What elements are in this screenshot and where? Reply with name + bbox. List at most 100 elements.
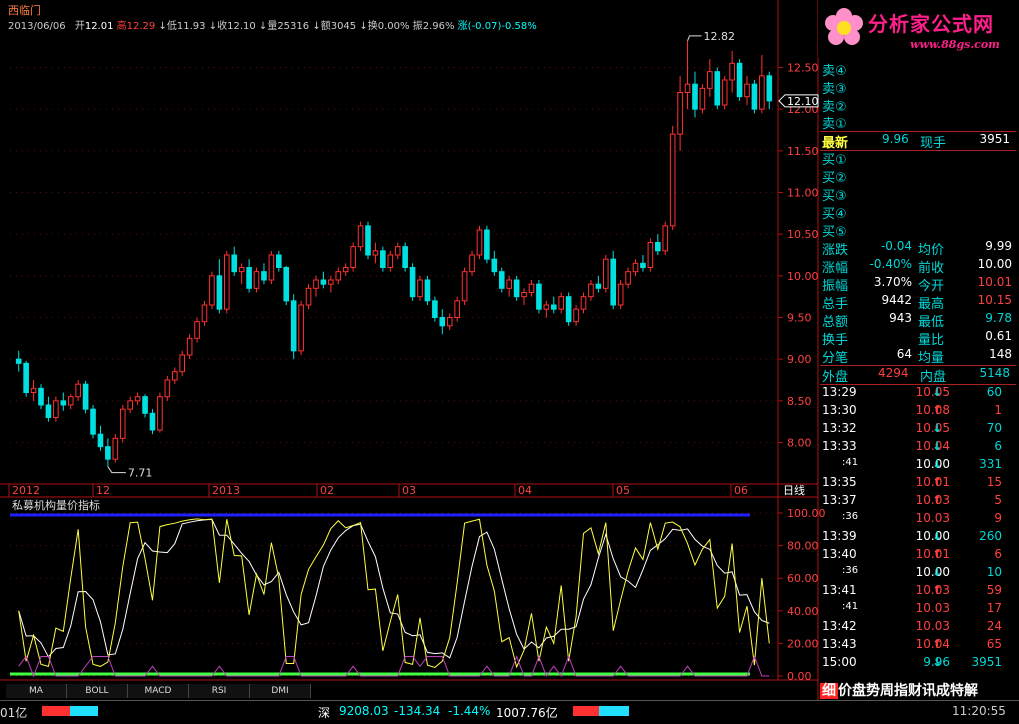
y-tick-label: 9.50: [787, 312, 812, 325]
tick-direction-icon: ↓: [932, 421, 943, 435]
candle: [201, 300, 208, 326]
stat-value-2: 10.15: [977, 293, 1012, 307]
candle: [149, 409, 156, 435]
candle-body: [736, 62, 743, 98]
volume-value: 25316: [277, 21, 310, 32]
tick-price: 10.03: [915, 619, 950, 633]
tick-row[interactable]: 15:00 9.96 ↓ 3951: [820, 655, 1016, 673]
tick-direction-icon: ↓: [932, 565, 943, 579]
tab-rsi[interactable]: RSI: [189, 684, 250, 698]
tab-dmi[interactable]: DMI: [250, 684, 311, 698]
tick-volume: 24: [986, 619, 1002, 633]
tick-row[interactable]: 13:41 10.03 ↑ 59: [820, 583, 1016, 601]
tick-volume: 60: [986, 385, 1002, 399]
stat-row: 换手 量比 0.61: [820, 329, 1016, 348]
stat-row: 振幅 3.70% 今开 10.01: [820, 275, 1016, 294]
amplitude-value: 2.96%: [422, 21, 455, 32]
candle-body: [446, 317, 453, 327]
candle-body: [617, 283, 624, 306]
candle: [647, 238, 654, 272]
tick-price: 10.03: [915, 511, 950, 525]
candle-body: [186, 337, 193, 356]
candle-body: [662, 225, 669, 252]
candle: [536, 280, 542, 314]
tick-time: :36: [842, 565, 859, 576]
detail-tabs[interactable]: 细价盘势周指财讯成特解: [820, 680, 1019, 700]
stat-row: 总手 9442 最高 10.15: [820, 293, 1016, 312]
candle: [209, 271, 215, 310]
candle: [194, 317, 200, 343]
candle-body: [38, 387, 44, 406]
candle: [253, 267, 260, 293]
stat-value: 9442: [881, 293, 912, 307]
candle-body: [268, 254, 275, 281]
candle-body: [461, 271, 468, 302]
tab-boll[interactable]: BOLL: [67, 684, 128, 698]
tick-row[interactable]: 13:30 10.08 ↑ 1: [820, 403, 1016, 421]
candle: [662, 221, 669, 255]
tab-ma[interactable]: MA: [6, 684, 67, 698]
candle: [498, 267, 505, 293]
tick-price: 10.03: [915, 601, 950, 615]
tick-time: 13:35: [822, 475, 857, 489]
candle: [350, 242, 356, 272]
tick-time: :36: [842, 511, 859, 522]
ind-y-tick-label: 40.00: [787, 605, 819, 618]
tick-volume: 59: [986, 583, 1002, 597]
stat-value: -0.04: [880, 239, 912, 253]
tick-volume: 17: [986, 601, 1002, 615]
stat-row: 分笔 64 均量 148: [820, 347, 1016, 366]
candle: [751, 80, 758, 114]
candle: [305, 284, 312, 310]
tick-row[interactable]: 13:40 10.01 ↑ 6: [820, 547, 1016, 565]
x-tick-label: 12: [96, 484, 110, 497]
tick-row[interactable]: :36 10.03 9: [820, 511, 1016, 529]
tick-row[interactable]: :36 10.00 ↓ 10: [820, 565, 1016, 583]
candle: [283, 265, 290, 305]
tab-macd[interactable]: MACD: [128, 684, 189, 698]
tick-row[interactable]: :41 10.00 ↓ 331: [820, 457, 1016, 475]
tick-volume: 15: [986, 475, 1002, 489]
candle-body: [417, 279, 423, 298]
candle: [268, 250, 275, 285]
tick-time: 13:39: [822, 529, 857, 543]
tick-row[interactable]: 13:43 10.04 ↑ 65: [820, 637, 1016, 655]
candle-body: [298, 304, 304, 352]
candle-body: [536, 283, 542, 310]
tick-time: 15:00: [822, 655, 857, 669]
tick-time: 13:41: [822, 583, 857, 597]
stat-value: -0.40%: [869, 257, 912, 271]
market-label: 深: [318, 706, 331, 720]
tick-row[interactable]: 13:42 10.03 24: [820, 619, 1016, 637]
candle-body: [142, 396, 148, 414]
tick-row[interactable]: 13:37 10.03 ↑ 5: [820, 493, 1016, 511]
candle-body: [201, 304, 208, 323]
candle-body: [283, 267, 290, 302]
min-annotation: 7.71: [128, 467, 152, 480]
banner-url[interactable]: www.88gs.com: [910, 38, 1000, 51]
tick-direction-icon: ↑: [932, 547, 943, 561]
stat-value-2: 148: [989, 347, 1012, 361]
y-tick-label: 8.50: [787, 395, 812, 408]
candle: [23, 360, 29, 397]
tick-row[interactable]: 13:32 10.05 ↓ 70: [820, 421, 1016, 439]
index-change: -134.34: [394, 704, 441, 718]
candle-body: [484, 229, 490, 260]
tick-row[interactable]: 13:33 10.04 ↓ 6: [820, 439, 1016, 457]
candle-body: [580, 296, 587, 310]
candle-body: [469, 254, 475, 273]
candle: [454, 296, 460, 322]
tick-row[interactable]: :41 10.03 17: [820, 601, 1016, 619]
ind-y-tick-label: 0.00: [787, 670, 812, 683]
candle: [699, 84, 706, 114]
tick-row[interactable]: 13:29 10.05 ↓ 60: [820, 385, 1016, 403]
candlestick-panel[interactable]: 8.00 8.50 9.00 9.50 10.00 10.50 11.00 11.50 12.0…: [0, 0, 819, 700]
tick-row[interactable]: 13:39 10.00 ↓ 260: [820, 529, 1016, 547]
stat-value-2: 0.61: [985, 329, 1012, 343]
candle-body: [751, 83, 758, 110]
tick-row[interactable]: 13:35 10.01 ↑ 15: [820, 475, 1016, 493]
stat-value-2: 9.78: [985, 311, 1012, 325]
candle: [365, 221, 371, 260]
candle-body: [677, 92, 683, 135]
stat-value-2: 9.99: [985, 239, 1012, 253]
